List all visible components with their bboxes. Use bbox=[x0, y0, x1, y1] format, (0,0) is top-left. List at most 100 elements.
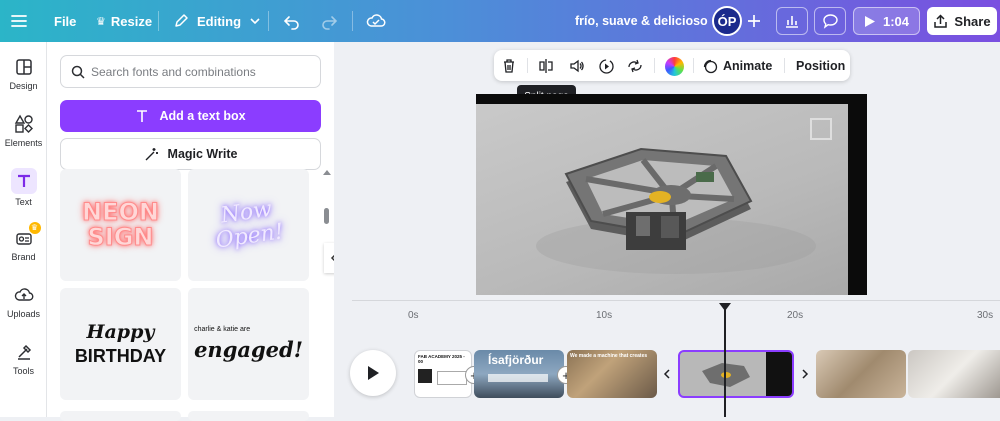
rail-item-design[interactable]: Design bbox=[0, 48, 47, 98]
undo-icon[interactable] bbox=[283, 0, 301, 42]
text-t-icon bbox=[137, 110, 148, 122]
clip-5[interactable] bbox=[816, 350, 906, 398]
elements-icon bbox=[13, 113, 35, 135]
editing-mode-button[interactable]: Editing bbox=[173, 0, 261, 42]
plus-icon bbox=[748, 15, 760, 27]
side-rail: Design Elements Text ♛ Brand Uploads Too… bbox=[0, 42, 47, 417]
document-title[interactable]: frío, suave & delicioso bbox=[575, 0, 708, 42]
rail-item-text[interactable]: Text bbox=[0, 162, 47, 212]
text-template-neon-sign[interactable]: NEON SIGN bbox=[60, 169, 181, 281]
playback-icon[interactable] bbox=[595, 55, 617, 77]
comment-icon bbox=[822, 14, 838, 29]
clip-1[interactable]: FAB ACADEMY 2025 - 00 bbox=[414, 350, 472, 398]
split-page-icon[interactable] bbox=[535, 55, 557, 77]
clip-3[interactable]: We made a machine that creates bbox=[567, 350, 657, 398]
page-video-frame[interactable] bbox=[476, 104, 848, 295]
add-collaborator-button[interactable] bbox=[742, 7, 766, 35]
present-button[interactable]: 1:04 bbox=[853, 7, 920, 35]
loop-icon[interactable] bbox=[624, 55, 646, 77]
context-toolbar: Animate Position bbox=[494, 50, 850, 81]
clip-2[interactable]: Ísafjörður bbox=[474, 350, 564, 398]
animate-label: Animate bbox=[723, 58, 773, 73]
clip-1-title: FAB ACADEMY 2025 - 00 bbox=[418, 354, 465, 364]
text-panel: Search fonts and combinations Add a text… bbox=[47, 42, 334, 421]
timeline-play-button[interactable] bbox=[350, 350, 396, 396]
rail-item-elements[interactable]: Elements bbox=[0, 105, 47, 155]
rail-label-brand: Brand bbox=[11, 251, 36, 262]
clip-4-thumbnail bbox=[702, 363, 750, 387]
panel-scrollbar[interactable] bbox=[321, 166, 331, 416]
resize-button[interactable]: ♛ Resize bbox=[96, 0, 152, 42]
text-template-now-open[interactable]: Now Open! bbox=[188, 169, 309, 281]
clip-2-title: Ísafjörður bbox=[488, 353, 544, 367]
rail-label-design: Design bbox=[9, 80, 38, 91]
text-icon bbox=[10, 167, 37, 194]
rail-item-tools[interactable]: Tools bbox=[0, 333, 47, 383]
text-template-engaged[interactable]: charlie & katie are engaged! bbox=[188, 288, 309, 400]
color-wheel-icon[interactable] bbox=[663, 55, 685, 77]
tick-10s: 10s bbox=[596, 310, 613, 321]
rail-item-uploads[interactable]: Uploads bbox=[0, 276, 47, 326]
search-input[interactable]: Search fonts and combinations bbox=[60, 55, 321, 88]
play-icon bbox=[864, 15, 875, 27]
cloud-sync-icon[interactable] bbox=[366, 0, 386, 42]
text-template-happy-birthday[interactable]: Happy BIRTHDAY bbox=[60, 288, 181, 400]
bar-chart-icon bbox=[786, 16, 798, 28]
scroll-up-icon bbox=[323, 170, 331, 175]
menu-icon[interactable] bbox=[10, 0, 28, 42]
share-button[interactable]: Share bbox=[927, 7, 997, 35]
brand-icon: ♛ bbox=[13, 221, 41, 249]
magic-write-button[interactable]: Magic Write bbox=[60, 138, 321, 170]
top-bar: File ♛ Resize Editing frío, suave & deli… bbox=[0, 0, 1000, 42]
tools-icon bbox=[13, 341, 35, 363]
rail-item-brand[interactable]: ♛ Brand bbox=[0, 219, 47, 269]
engaged-text: engaged! bbox=[194, 337, 303, 362]
search-icon bbox=[71, 65, 85, 79]
user-avatar[interactable]: ÓP bbox=[712, 6, 742, 36]
clip-6[interactable] bbox=[908, 350, 1000, 398]
design-icon bbox=[13, 56, 35, 78]
animate-button[interactable]: Animate bbox=[702, 50, 772, 81]
position-button[interactable]: Position bbox=[796, 50, 845, 81]
happy-text: Happy bbox=[86, 321, 155, 343]
timeline-ruler[interactable] bbox=[352, 300, 1000, 301]
share-label: Share bbox=[954, 13, 991, 29]
neon-line-2: SIGN bbox=[87, 223, 154, 251]
crown-icon: ♛ bbox=[96, 15, 106, 28]
neon-line-1: NEON bbox=[82, 198, 160, 226]
animate-icon bbox=[703, 59, 718, 73]
redo-icon[interactable] bbox=[320, 0, 338, 42]
playhead-line[interactable] bbox=[724, 307, 726, 417]
clip-3-title: We made a machine that creates bbox=[570, 353, 648, 359]
engaged-small-text: charlie & katie are bbox=[194, 326, 251, 333]
rail-label-uploads: Uploads bbox=[6, 308, 41, 319]
add-text-box-label: Add a text box bbox=[159, 109, 246, 123]
file-menu[interactable]: File bbox=[54, 0, 76, 42]
comments-button[interactable] bbox=[814, 7, 846, 35]
insights-button[interactable] bbox=[776, 7, 808, 35]
trash-icon[interactable] bbox=[498, 55, 520, 77]
clip-4-selected[interactable] bbox=[678, 350, 794, 398]
play-icon bbox=[368, 366, 379, 380]
birthday-text: BIRTHDAY bbox=[74, 346, 167, 366]
chevron-left-icon bbox=[663, 369, 670, 379]
tick-20s: 20s bbox=[787, 310, 804, 321]
uploads-icon bbox=[13, 284, 35, 306]
add-text-box-button[interactable]: Add a text box bbox=[60, 100, 321, 132]
rail-label-tools: Tools bbox=[12, 365, 34, 376]
text-template-partial-1[interactable] bbox=[60, 411, 181, 421]
magic-write-label: Magic Write bbox=[167, 147, 238, 161]
resize-label: Resize bbox=[110, 13, 153, 29]
rail-label-text: Text bbox=[15, 196, 32, 207]
scroll-thumb[interactable] bbox=[324, 208, 329, 224]
volume-icon[interactable] bbox=[566, 55, 588, 77]
hexagon-frame-render bbox=[536, 118, 832, 274]
playhead-handle[interactable] bbox=[719, 303, 731, 311]
clip-prev-button[interactable] bbox=[658, 350, 676, 398]
chevron-down-icon bbox=[250, 18, 260, 25]
rail-label-elements: Elements bbox=[4, 137, 43, 148]
crown-badge-icon: ♛ bbox=[28, 221, 41, 234]
tick-30s: 30s bbox=[977, 310, 994, 321]
clip-next-button[interactable] bbox=[796, 350, 814, 398]
text-template-partial-2[interactable] bbox=[188, 411, 309, 421]
